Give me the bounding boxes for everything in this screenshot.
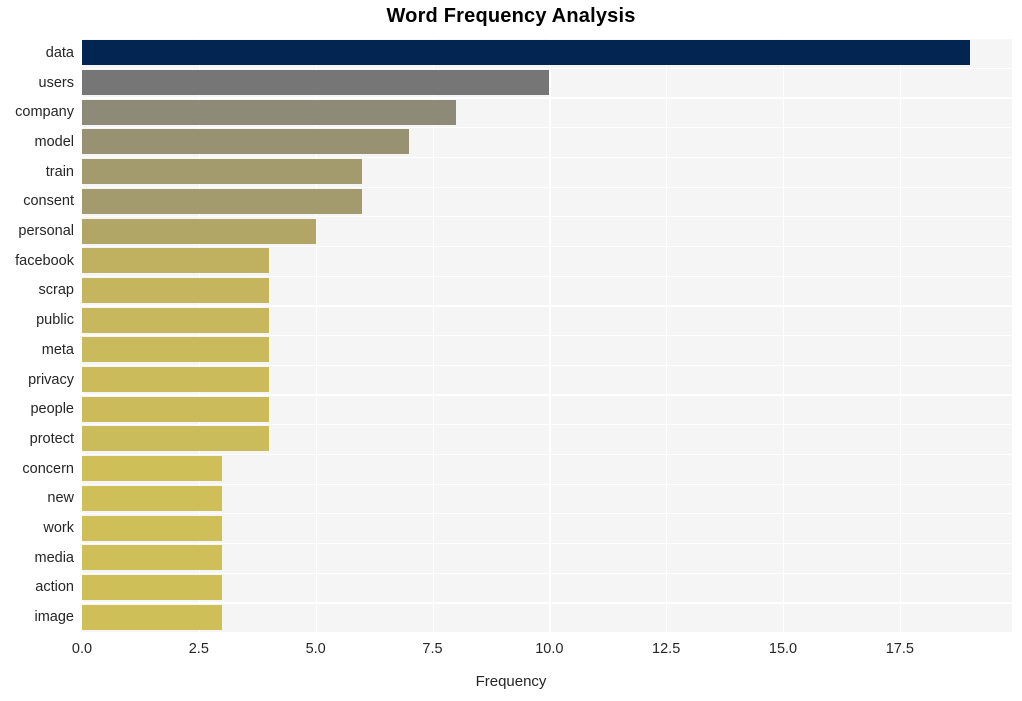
y-tick-label-users: users bbox=[38, 74, 74, 91]
chart-title: Word Frequency Analysis bbox=[386, 5, 636, 27]
y-tick-label-model: model bbox=[34, 133, 75, 150]
x-tick-label-15.0: 15.0 bbox=[768, 641, 798, 657]
bar-image bbox=[82, 604, 223, 630]
gridline-horizontal bbox=[82, 364, 1012, 366]
gridline-horizontal bbox=[82, 275, 1012, 277]
y-tick-label-new: new bbox=[47, 490, 74, 507]
bar-work bbox=[82, 515, 223, 541]
y-tick-label-company: company bbox=[15, 104, 74, 121]
gridline-horizontal bbox=[82, 305, 1012, 307]
gridline-horizontal bbox=[82, 542, 1012, 545]
x-tick-label-10.0: 10.0 bbox=[535, 641, 564, 657]
y-tick-label-train: train bbox=[45, 163, 74, 180]
y-tick-label-public: public bbox=[36, 312, 74, 329]
bar-protect bbox=[82, 426, 269, 452]
x-tick-label-7.5: 7.5 bbox=[422, 641, 443, 657]
x-tick-label-17.5: 17.5 bbox=[885, 641, 914, 657]
bar-facebook bbox=[82, 248, 269, 274]
bar-scrap bbox=[82, 277, 269, 303]
x-tick-label-12.5: 12.5 bbox=[652, 641, 681, 657]
bar-public bbox=[82, 307, 269, 333]
gridline-horizontal bbox=[82, 156, 1012, 159]
bar-company bbox=[82, 99, 456, 125]
y-tick-label-data: data bbox=[45, 44, 74, 61]
gridline-horizontal bbox=[82, 67, 1012, 69]
y-tick-label-work: work bbox=[43, 520, 74, 537]
bar-people bbox=[82, 396, 269, 422]
gridline-horizontal bbox=[82, 216, 1012, 218]
bar-consent bbox=[82, 188, 363, 214]
bar-new bbox=[82, 485, 223, 511]
bar-users bbox=[82, 70, 550, 96]
gridline-horizontal bbox=[82, 453, 1012, 456]
gridline-horizontal bbox=[82, 394, 1012, 396]
x-tick-label-5.0: 5.0 bbox=[305, 641, 326, 657]
bar-media bbox=[82, 545, 223, 571]
bar-data bbox=[82, 40, 970, 66]
x-tick-label-0.0: 0.0 bbox=[71, 641, 93, 657]
gridline-horizontal bbox=[82, 602, 1012, 604]
chart-figure: Word Frequency Analysis data users company… bbox=[0, 0, 1022, 701]
y-tick-label-protect: protect bbox=[29, 430, 74, 447]
gridline-horizontal bbox=[82, 186, 1012, 188]
gridline-horizontal bbox=[82, 38, 1012, 40]
y-tick-label-privacy: privacy bbox=[28, 371, 74, 388]
y-tick-label-action: action bbox=[35, 579, 74, 596]
gridline-horizontal bbox=[82, 513, 1012, 515]
gridline-horizontal bbox=[82, 335, 1012, 337]
bar-meta bbox=[82, 337, 269, 363]
x-tick-label-2.5: 2.5 bbox=[188, 641, 209, 657]
bar-model bbox=[82, 129, 410, 155]
gridline-horizontal bbox=[82, 127, 1012, 129]
y-tick-label-personal: personal bbox=[18, 223, 74, 240]
y-tick-label-facebook: facebook bbox=[15, 252, 74, 269]
bar-personal bbox=[82, 218, 316, 244]
y-tick-label-media: media bbox=[34, 549, 75, 566]
gridline-horizontal bbox=[82, 572, 1012, 574]
gridline-horizontal bbox=[82, 483, 1012, 485]
y-tick-label-meta: meta bbox=[41, 341, 74, 358]
y-tick-label-consent: consent bbox=[23, 193, 74, 210]
bar-concern bbox=[82, 456, 223, 482]
x-axis-label: Frequency bbox=[475, 673, 547, 690]
plot-area bbox=[82, 38, 1012, 632]
bar-action bbox=[82, 574, 223, 600]
y-tick-label-concern: concern bbox=[22, 460, 74, 477]
gridline-horizontal bbox=[82, 245, 1012, 248]
bar-train bbox=[82, 159, 363, 185]
y-tick-label-people: people bbox=[30, 401, 74, 418]
y-tick-label-image: image bbox=[34, 609, 75, 626]
gridline-horizontal bbox=[82, 97, 1012, 99]
y-tick-label-scrap: scrap bbox=[38, 282, 74, 299]
bar-privacy bbox=[82, 367, 269, 393]
gridline-horizontal bbox=[82, 424, 1012, 426]
